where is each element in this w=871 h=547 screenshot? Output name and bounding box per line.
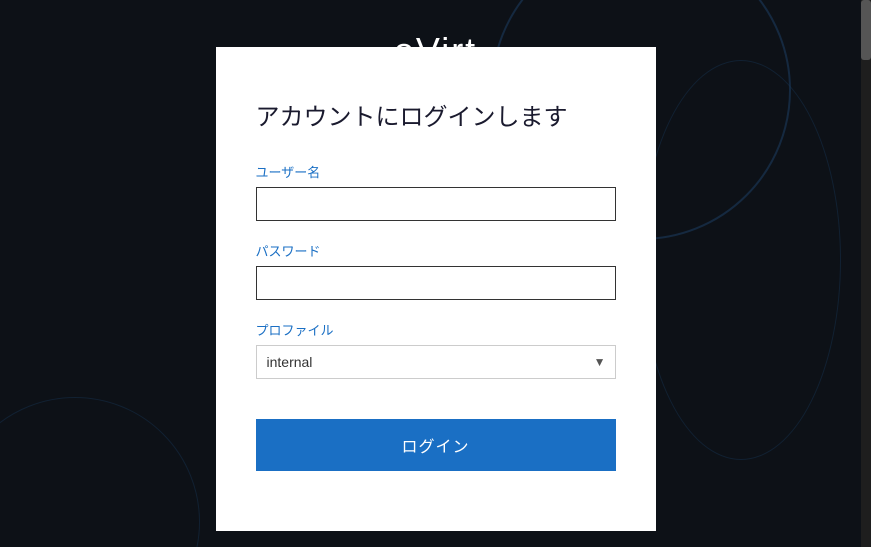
bg-decoration-3 bbox=[0, 397, 200, 547]
password-group: パスワード bbox=[256, 241, 616, 300]
profile-select-wrapper: internal ▼ bbox=[256, 345, 616, 379]
profile-group: プロファイル internal ▼ bbox=[256, 320, 616, 379]
password-label: パスワード bbox=[256, 241, 616, 260]
scrollbar-thumb[interactable] bbox=[861, 0, 871, 60]
username-group: ユーザー名 bbox=[256, 162, 616, 221]
login-button[interactable]: ログイン bbox=[256, 419, 616, 471]
profile-label: プロファイル bbox=[256, 320, 616, 339]
scrollbar[interactable] bbox=[861, 0, 871, 547]
password-input[interactable] bbox=[256, 266, 616, 300]
bg-decoration-2 bbox=[641, 60, 841, 460]
login-card: アカウントにログインします ユーザー名 パスワード プロファイル interna… bbox=[216, 47, 656, 531]
page-title: アカウントにログインします bbox=[256, 97, 616, 132]
username-label: ユーザー名 bbox=[256, 162, 616, 181]
username-input[interactable] bbox=[256, 187, 616, 221]
profile-select[interactable]: internal bbox=[256, 345, 616, 379]
